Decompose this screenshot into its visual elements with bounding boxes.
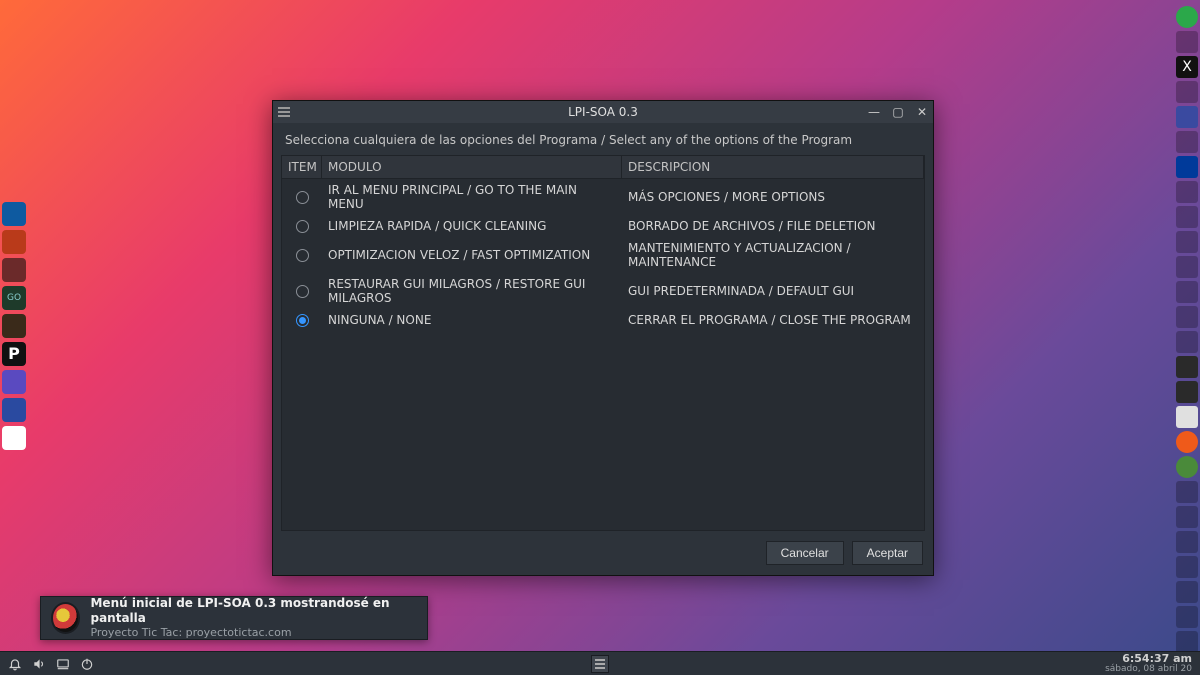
dock-app-3[interactable] [2,258,26,282]
option-modulo: NINGUNA / NONE [322,309,622,331]
radio-icon[interactable] [296,191,309,204]
dock-right-4[interactable] [1176,81,1198,103]
option-row[interactable]: RESTAURAR GUI MILAGROS / RESTORE GUI MIL… [282,273,924,309]
accept-button[interactable]: Aceptar [852,541,923,565]
option-desc: MÁS OPCIONES / MORE OPTIONS [622,186,924,208]
radio-icon[interactable] [296,285,309,298]
workspaces-icon[interactable] [56,657,70,671]
dock-app-8[interactable] [2,398,26,422]
clock-date: sábado, 08 abril 20 [1105,665,1192,675]
power-icon[interactable] [80,657,94,671]
dock-app-9[interactable] [2,426,26,450]
dock-right-5[interactable] [1176,106,1198,128]
option-desc: CERRAR EL PROGRAMA / CLOSE THE PROGRAM [622,309,924,331]
right-dock: X [1174,4,1200,655]
notification-toast[interactable]: Menú inicial de LPI-SOA 0.3 mostrandosé … [40,596,428,640]
dock-right-7[interactable] [1176,156,1198,178]
dock-app-7[interactable] [2,370,26,394]
dock-right-13[interactable] [1176,306,1198,328]
titlebar[interactable]: LPI-SOA 0.3 — ▢ ✕ [273,101,933,123]
dock-right-12[interactable] [1176,281,1198,303]
notifications-icon[interactable] [8,657,22,671]
option-modulo: OPTIMIZACION VELOZ / FAST OPTIMIZATION [322,244,622,266]
taskbar: 6:54:37 am sábado, 08 abril 20 [0,651,1200,675]
dialog-window: LPI-SOA 0.3 — ▢ ✕ Selecciona cualquiera … [272,100,934,576]
option-row[interactable]: OPTIMIZACION VELOZ / FAST OPTIMIZATION M… [282,237,924,273]
dock-right-11[interactable] [1176,256,1198,278]
option-list: ITEM MODULO DESCRIPCION IR AL MENU PRINC… [281,155,925,531]
dock-right-16[interactable] [1176,381,1198,403]
list-body: IR AL MENU PRINCIPAL / GO TO THE MAIN ME… [282,179,924,530]
dock-right-18[interactable] [1176,431,1198,453]
dock-right-25[interactable] [1176,606,1198,628]
list-header: ITEM MODULO DESCRIPCION [282,156,924,179]
window-title: LPI-SOA 0.3 [273,105,933,119]
dock-app-p[interactable]: P [2,342,26,366]
dock-right-19[interactable] [1176,456,1198,478]
dock-app-go[interactable]: GO [2,286,26,310]
maximize-button[interactable]: ▢ [891,105,905,119]
dock-app-1[interactable] [2,202,26,226]
option-row[interactable]: LIMPIEZA RAPIDA / QUICK CLEANING BORRADO… [282,215,924,237]
dock-right-26[interactable] [1176,631,1198,653]
radio-icon[interactable] [296,249,309,262]
dock-right-17[interactable] [1176,406,1198,428]
notification-subtitle: Proyecto Tic Tac: proyectotictac.com [90,626,417,640]
option-modulo: RESTAURAR GUI MILAGROS / RESTORE GUI MIL… [322,273,622,309]
dock-right-6[interactable] [1176,131,1198,153]
dock-right-14[interactable] [1176,331,1198,353]
left-dock: GO P [0,200,28,452]
dialog-instruction: Selecciona cualquiera de las opciones de… [273,123,933,155]
dock-right-24[interactable] [1176,581,1198,603]
column-header-item[interactable]: ITEM [282,156,322,179]
option-row[interactable]: IR AL MENU PRINCIPAL / GO TO THE MAIN ME… [282,179,924,215]
dock-right-22[interactable] [1176,531,1198,553]
minimize-button[interactable]: — [867,105,881,119]
column-header-modulo[interactable]: MODULO [322,156,622,179]
dock-right-10[interactable] [1176,231,1198,253]
clock[interactable]: 6:54:37 am sábado, 08 abril 20 [1105,653,1192,675]
dock-right-20[interactable] [1176,481,1198,503]
dock-app-5[interactable] [2,314,26,338]
app-menu-button[interactable] [591,655,609,673]
option-desc: BORRADO DE ARCHIVOS / FILE DELETION [622,215,924,237]
dock-right-15[interactable] [1176,356,1198,378]
radio-icon[interactable] [296,314,309,327]
dock-right-3[interactable]: X [1176,56,1198,78]
option-desc: GUI PREDETERMINADA / DEFAULT GUI [622,280,924,302]
option-row[interactable]: NINGUNA / NONE CERRAR EL PROGRAMA / CLOS… [282,309,924,331]
column-header-descripcion[interactable]: DESCRIPCION [622,156,924,179]
dialog-actions: Cancelar Aceptar [273,531,933,575]
radio-icon[interactable] [296,220,309,233]
dock-right-2[interactable] [1176,31,1198,53]
volume-icon[interactable] [32,657,46,671]
dock-right-1[interactable] [1176,6,1198,28]
clock-time: 6:54:37 am [1122,653,1192,665]
dock-right-23[interactable] [1176,556,1198,578]
dock-right-21[interactable] [1176,506,1198,528]
dock-right-8[interactable] [1176,181,1198,203]
cancel-button[interactable]: Cancelar [766,541,844,565]
option-desc: MANTENIMIENTO Y ACTUALIZACION / MAINTENA… [622,237,924,273]
notification-title: Menú inicial de LPI-SOA 0.3 mostrandosé … [90,596,417,626]
window-menu-icon[interactable] [277,105,291,119]
option-modulo: LIMPIEZA RAPIDA / QUICK CLEANING [322,215,622,237]
close-button[interactable]: ✕ [915,105,929,119]
dock-app-2[interactable] [2,230,26,254]
notification-app-icon [51,602,80,634]
option-modulo: IR AL MENU PRINCIPAL / GO TO THE MAIN ME… [322,179,622,215]
dock-right-9[interactable] [1176,206,1198,228]
